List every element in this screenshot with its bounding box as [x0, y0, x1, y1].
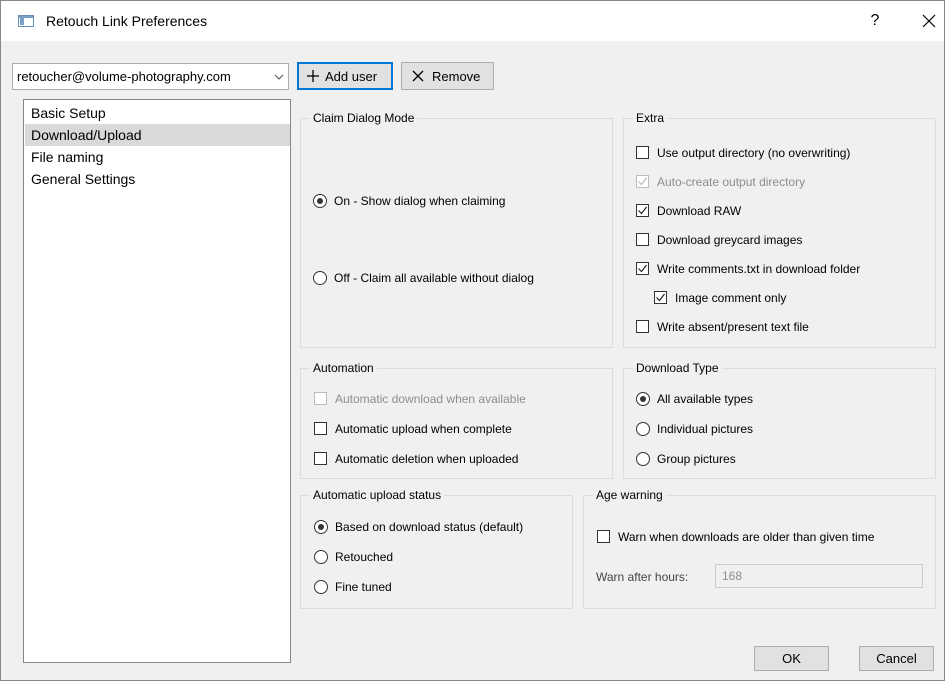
add-user-label: Add user — [325, 69, 378, 84]
write-comments-checkbox[interactable]: Write comments.txt in download folder — [636, 260, 926, 280]
radio-label: Retouched — [335, 550, 394, 564]
radio-label: On - Show dialog when claiming — [334, 194, 506, 208]
group-title: Automatic upload status — [310, 487, 445, 503]
cancel-button[interactable]: Cancel — [859, 646, 934, 671]
help-button[interactable]: ? — [865, 10, 885, 32]
auto-download-checkbox[interactable]: Automatic download when available — [314, 390, 604, 410]
remove-user-button[interactable]: Remove — [401, 62, 494, 90]
age-warning-group: Age warning Warn when downloads are olde… — [583, 487, 936, 609]
group-pictures-radio[interactable]: Group pictures — [636, 450, 926, 470]
radio-label: All available types — [657, 392, 754, 406]
checkbox-label: Automatic download when available — [335, 392, 526, 406]
preferences-dialog: Retouch Link Preferences ? retoucher@vol… — [0, 0, 945, 681]
checkbox-label: Automatic upload when complete — [335, 422, 512, 436]
retouched-radio[interactable]: Retouched — [314, 548, 569, 568]
nav-item-download-upload[interactable]: Download/Upload — [25, 124, 290, 146]
radio-icon — [636, 452, 650, 466]
group-title: Claim Dialog Mode — [310, 110, 418, 126]
checkbox-label: Warn when downloads are older than given… — [618, 530, 875, 544]
user-account-value: retoucher@volume-photography.com — [17, 69, 231, 84]
app-window-icon — [18, 15, 34, 27]
checkbox-label: Automatic deletion when uploaded — [335, 452, 519, 466]
use-output-directory-checkbox[interactable]: Use output directory (no overwriting) — [636, 144, 926, 164]
nav-item-basic-setup[interactable]: Basic Setup — [25, 102, 290, 124]
chevron-down-icon — [274, 74, 284, 80]
radio-label: Individual pictures — [657, 422, 754, 436]
nav-item-general-settings[interactable]: General Settings — [25, 168, 290, 190]
checkmark-icon — [638, 206, 647, 215]
radio-icon — [636, 422, 650, 436]
group-title: Age warning — [593, 487, 666, 503]
claim-on-radio[interactable]: On - Show dialog when claiming — [313, 192, 603, 212]
auto-upload-checkbox[interactable]: Automatic upload when complete — [314, 420, 604, 440]
warn-old-downloads-checkbox[interactable]: Warn when downloads are older than given… — [597, 528, 932, 548]
plus-icon — [307, 70, 319, 82]
checkbox-icon — [636, 146, 649, 159]
write-absent-present-checkbox[interactable]: Write absent/present text file — [636, 318, 926, 338]
checkbox-icon — [636, 204, 649, 217]
title-bar: Retouch Link Preferences ? — [1, 1, 944, 41]
auto-deletion-checkbox[interactable]: Automatic deletion when uploaded — [314, 450, 604, 470]
checkbox-icon — [314, 452, 327, 465]
checkbox-label: Download RAW — [657, 204, 742, 218]
based-on-download-radio[interactable]: Based on download status (default) — [314, 518, 569, 538]
checkmark-icon — [638, 177, 647, 186]
radio-icon — [314, 520, 328, 534]
close-button[interactable] — [918, 10, 940, 32]
checkbox-icon — [314, 392, 327, 405]
claim-dialog-mode-group: Claim Dialog Mode On - Show dialog when … — [300, 110, 613, 348]
checkbox-label: Download greycard images — [657, 233, 803, 247]
group-title: Automation — [310, 360, 377, 376]
download-greycard-checkbox[interactable]: Download greycard images — [636, 231, 926, 251]
close-icon — [922, 14, 936, 28]
radio-label: Based on download status (default) — [335, 520, 524, 534]
radio-label: Group pictures — [657, 452, 736, 466]
checkbox-icon — [636, 233, 649, 246]
user-account-select[interactable]: retoucher@volume-photography.com — [12, 63, 289, 90]
checkmark-icon — [656, 293, 665, 302]
checkbox-icon — [636, 262, 649, 275]
warn-hours-label: Warn after hours: — [596, 570, 689, 584]
checkbox-icon — [654, 291, 667, 304]
checkbox-icon — [636, 175, 649, 188]
fine-tuned-radio[interactable]: Fine tuned — [314, 578, 569, 598]
upload-status-group: Automatic upload status Based on downloa… — [300, 487, 573, 609]
auto-create-output-directory-checkbox[interactable]: Auto-create output directory — [636, 173, 926, 193]
radio-icon — [314, 550, 328, 564]
download-raw-checkbox[interactable]: Download RAW — [636, 202, 926, 222]
checkbox-label: Image comment only — [675, 291, 787, 305]
radio-icon — [313, 271, 327, 285]
remove-user-label: Remove — [432, 69, 481, 84]
ok-button[interactable]: OK — [754, 646, 829, 671]
radio-label: Off - Claim all available without dialog — [334, 271, 534, 285]
checkbox-icon — [597, 530, 610, 543]
warn-hours-input[interactable]: 168 — [715, 564, 923, 588]
checkbox-label: Auto-create output directory — [657, 175, 806, 189]
automation-group: Automation Automatic download when avail… — [300, 360, 613, 479]
checkbox-label: Use output directory (no overwriting) — [657, 146, 851, 160]
add-user-button[interactable]: Add user — [297, 62, 393, 90]
checkbox-label: Write absent/present text file — [657, 320, 809, 334]
checkbox-icon — [636, 320, 649, 333]
window-title: Retouch Link Preferences — [46, 13, 208, 29]
checkbox-label: Write comments.txt in download folder — [657, 262, 861, 276]
individual-pictures-radio[interactable]: Individual pictures — [636, 420, 926, 440]
download-type-group: Download Type All available types Indivi… — [623, 360, 936, 479]
radio-icon — [313, 194, 327, 208]
x-icon — [412, 70, 424, 82]
checkmark-icon — [638, 264, 647, 273]
settings-nav-list: Basic Setup Download/Upload File naming … — [23, 99, 291, 663]
nav-item-file-naming[interactable]: File naming — [25, 146, 290, 168]
radio-label: Fine tuned — [335, 580, 392, 594]
radio-icon — [314, 580, 328, 594]
group-title: Download Type — [633, 360, 722, 376]
all-types-radio[interactable]: All available types — [636, 390, 926, 410]
image-comment-only-checkbox[interactable]: Image comment only — [654, 289, 924, 309]
group-title: Extra — [633, 110, 668, 126]
claim-off-radio[interactable]: Off - Claim all available without dialog — [313, 269, 603, 289]
checkbox-icon — [314, 422, 327, 435]
extra-group: Extra Use output directory (no overwriti… — [623, 110, 936, 348]
radio-icon — [636, 392, 650, 406]
